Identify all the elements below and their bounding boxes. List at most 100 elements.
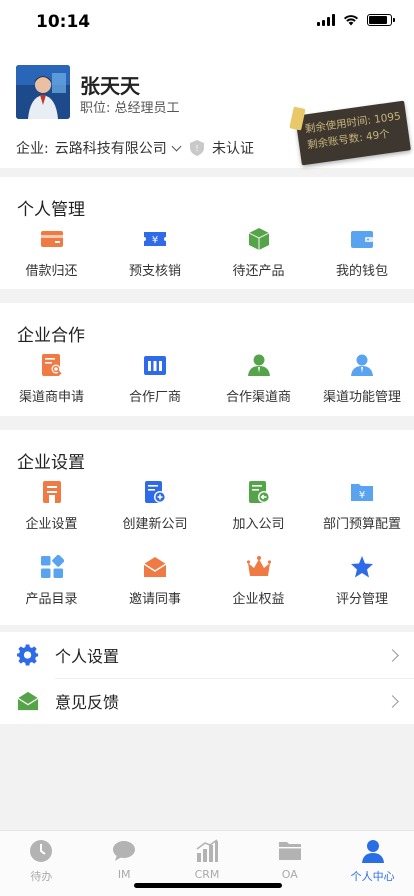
grid-item-rating-management[interactable]: 评分管理: [311, 555, 414, 607]
section-cooperation: 企业合作 渠道商申请 合作厂商 合作渠道商 渠道功能管理: [0, 303, 414, 416]
tab-oa[interactable]: OA: [248, 839, 331, 881]
user-position: 职位: 总经理员工: [80, 101, 180, 116]
catalog-grid-icon: [40, 555, 64, 578]
tab-label: 待办: [30, 870, 53, 883]
settings-list: 个人设置 意见反馈: [0, 632, 414, 724]
grid-item-join-company[interactable]: 加入公司: [207, 480, 310, 532]
tab-label: IM: [117, 868, 131, 881]
wallet-icon: [351, 231, 373, 248]
add-document-icon: [145, 481, 166, 503]
tab-profile[interactable]: 个人中心: [331, 839, 414, 884]
svg-text:!: !: [195, 144, 198, 153]
grid-item-loan-return[interactable]: 借款归还: [0, 227, 103, 279]
user-manage-icon: [351, 354, 373, 376]
clock-icon: [30, 840, 53, 862]
svg-text:¥: ¥: [359, 490, 365, 501]
person-icon: [361, 840, 384, 863]
grid-item-partner-channel[interactable]: 合作渠道商: [207, 353, 310, 405]
grid-item-label: 预支核销: [128, 264, 181, 279]
grid-item-invite-colleague[interactable]: 邀请同事: [104, 555, 207, 607]
list-item-personal-settings[interactable]: 个人设置: [0, 632, 414, 679]
status-time: 10:14: [36, 12, 91, 32]
ticket-icon: ¥: [144, 232, 166, 246]
wifi-icon: [344, 15, 358, 26]
grid-item-label: 部门预算配置: [322, 517, 401, 532]
list-item-label: 个人设置: [55, 647, 120, 666]
grid-item-my-wallet[interactable]: 我的钱包: [311, 227, 414, 279]
signal-icon: [317, 14, 335, 26]
budget-folder-icon: ¥: [351, 484, 373, 501]
section-title: 个人管理: [17, 200, 85, 220]
list-item-feedback[interactable]: 意见反馈: [0, 678, 414, 724]
grid-item-label: 借款归还: [25, 264, 78, 279]
star-icon: [351, 556, 373, 578]
grid-item-label: 合作渠道商: [225, 390, 291, 405]
card-icon: [40, 231, 63, 247]
company-prefix: 企业:: [16, 141, 49, 157]
grid-item-label: 我的钱包: [335, 264, 388, 279]
feedback-envelope-icon: [17, 691, 39, 711]
grid-item-label: 创建新公司: [122, 517, 188, 532]
grid-item-label: 合作厂商: [128, 390, 181, 405]
chevron-right-icon: [386, 694, 399, 708]
envelope-icon: [143, 557, 167, 577]
status-bar: 10:14: [0, 0, 414, 44]
grid-item-channel-function[interactable]: 渠道功能管理: [311, 353, 414, 405]
grid-item-pending-products[interactable]: 待还产品: [207, 227, 310, 279]
grid-item-enterprise-rights[interactable]: 企业权益: [207, 555, 310, 607]
crown-icon: [246, 556, 271, 576]
chat-icon: [113, 841, 136, 861]
certification-label: 未认证: [212, 141, 254, 157]
grid-item-label: 企业设置: [25, 517, 78, 532]
section-settings: 企业设置 企业设置 创建新公司 加入公司 ¥ 部门预算配置 产品目录 邀请同事 …: [0, 430, 414, 625]
grid-item-budget-config[interactable]: ¥ 部门预算配置: [311, 480, 414, 532]
status-icons: [317, 14, 395, 26]
grid-item-label: 邀请同事: [128, 592, 181, 607]
tab-bar: 待办 IM CRM OA 个人中心: [0, 830, 414, 896]
join-document-icon: [248, 481, 270, 503]
box-icon: [248, 228, 269, 250]
tab-im[interactable]: IM: [83, 839, 166, 881]
grid-item-label: 渠道功能管理: [322, 390, 401, 405]
shield-icon: !: [190, 140, 204, 156]
document-search-icon: [41, 354, 62, 376]
battery-icon: [367, 14, 395, 26]
grid-item-label: 渠道商申请: [18, 390, 84, 405]
grid-item-product-catalog[interactable]: 产品目录: [0, 555, 103, 607]
chevron-down-icon: [171, 141, 182, 151]
grid-item-label: 产品目录: [25, 592, 78, 607]
company-selector[interactable]: 企业: 云路科技有限公司: [16, 138, 182, 158]
profile-header: 张天天 职位: 总经理员工 企业: 云路科技有限公司 ! 未认证 剩余使用时间:…: [0, 44, 414, 168]
svg-text:¥: ¥: [152, 235, 158, 246]
building-icon: [42, 481, 61, 503]
grid-item-label: 企业权益: [232, 592, 285, 607]
grid-item-create-company[interactable]: 创建新公司: [104, 480, 207, 532]
grid-item-partner-manufacturer[interactable]: 合作厂商: [104, 353, 207, 405]
user-name: 张天天: [80, 74, 140, 98]
grid-item-enterprise-settings[interactable]: 企业设置: [0, 480, 103, 532]
grid-item-advance-writeoff[interactable]: ¥ 预支核销: [104, 227, 207, 279]
factory-icon: [144, 356, 166, 375]
grid-item-label: 待还产品: [232, 264, 285, 279]
certification-status[interactable]: ! 未认证: [190, 138, 254, 158]
tab-todo[interactable]: 待办: [0, 839, 83, 884]
section-personal: 个人管理 借款归还 ¥ 预支核销 待还产品 我的钱包: [0, 177, 414, 289]
tab-label: 个人中心: [350, 870, 395, 883]
tab-label: OA: [281, 868, 298, 881]
company-name: 云路科技有限公司: [54, 141, 167, 157]
pin-icon: [289, 106, 306, 131]
chart-icon: [196, 839, 218, 862]
tab-crm[interactable]: CRM: [166, 839, 249, 881]
grid-item-channel-apply[interactable]: 渠道商申请: [0, 353, 103, 405]
license-badge: 剩余使用时间: 1095 剩余账号数: 49个: [289, 100, 411, 166]
grid-item-label: 加入公司: [232, 517, 285, 532]
home-indicator: [134, 883, 282, 888]
avatar[interactable]: [16, 65, 70, 119]
gear-icon: [17, 644, 39, 666]
section-title: 企业合作: [17, 326, 85, 346]
user-icon: [247, 354, 270, 376]
list-item-label: 意见反馈: [55, 693, 120, 712]
tab-label: CRM: [194, 868, 220, 881]
folder-icon: [278, 842, 301, 860]
grid-item-label: 评分管理: [335, 592, 388, 607]
